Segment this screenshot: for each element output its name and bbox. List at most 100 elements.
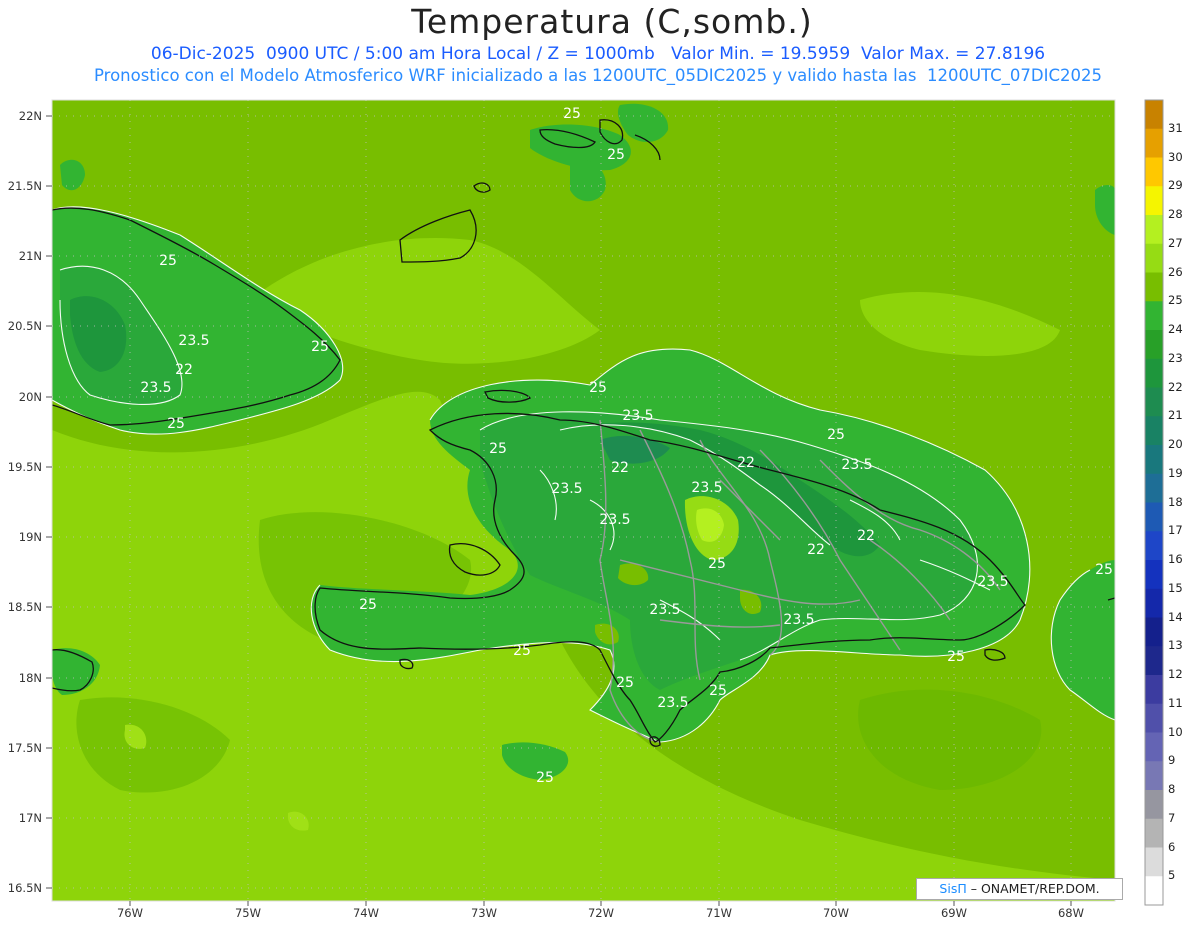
colorbar-swatch <box>1145 732 1163 762</box>
lat-label: 20N <box>18 390 42 404</box>
colorbar-label: 18 <box>1168 494 1183 509</box>
contour-label: 25 <box>167 416 185 432</box>
contour-label: 23.5 <box>657 695 688 711</box>
lat-label: 17.5N <box>7 741 42 755</box>
colorbar-label: 23 <box>1168 350 1183 365</box>
colorbar-label: 30 <box>1168 149 1183 164</box>
contour-label: 25 <box>536 770 554 786</box>
contour-label: 25 <box>359 597 377 613</box>
contour-label: 25 <box>827 427 845 443</box>
colorbar-swatch <box>1145 646 1163 676</box>
colorbar-swatch <box>1145 243 1163 273</box>
contour-label: 23.5 <box>140 380 171 396</box>
contour-label: 23.5 <box>599 512 630 528</box>
lat-label: 19N <box>18 530 42 544</box>
contour-label: 23.5 <box>622 408 653 424</box>
lon-label: 76W <box>116 906 143 920</box>
colorbar-swatch <box>1145 761 1163 791</box>
credit-text: – ONAMET/REP.DOM. <box>970 881 1100 896</box>
colorbar-swatch <box>1145 790 1163 820</box>
lon-label: 69W <box>940 906 967 920</box>
contour-label: 23.5 <box>783 612 814 628</box>
temperature-map: 25 25 25 25 25 25 25 25 25 25 25 25 25 2… <box>46 99 1164 906</box>
lon-label: 70W <box>822 906 849 920</box>
colorbar-label: 10 <box>1168 724 1183 739</box>
colorbar-swatch <box>1145 560 1163 590</box>
colorbar-label: 19 <box>1168 465 1183 480</box>
colorbar-label: 11 <box>1168 695 1183 710</box>
colorbar-swatch <box>1145 330 1163 360</box>
colorbar-label: 13 <box>1168 638 1183 653</box>
colorbar-swatch <box>1145 301 1163 331</box>
contour-label: 25 <box>589 380 607 396</box>
colorbar-swatch <box>1145 272 1163 302</box>
contour-label: 25 <box>947 649 965 665</box>
colorbar-label: 15 <box>1168 580 1183 595</box>
colorbar-swatch <box>1145 617 1163 647</box>
contour-label: 25 <box>489 441 507 457</box>
contour-label: 25 <box>159 253 177 269</box>
colorbar-label: 20 <box>1168 437 1183 451</box>
colorbar-label: 17 <box>1168 523 1183 538</box>
lat-label: 21.5N <box>7 179 42 193</box>
contour-label: 25 <box>311 339 329 355</box>
contour-label: 23.5 <box>841 457 872 473</box>
colorbar-swatch <box>1145 157 1163 187</box>
contour-label: 23.5 <box>178 333 209 349</box>
lon-label: 75W <box>234 906 261 920</box>
colorbar-swatch <box>1145 128 1163 158</box>
contour-label: 25 <box>563 106 581 122</box>
colorbar-swatch <box>1145 416 1163 446</box>
colorbar-swatch <box>1145 186 1163 216</box>
colorbar-label: 9 <box>1168 753 1176 768</box>
contour-label: 23.5 <box>551 481 582 497</box>
colorbar-label: 12 <box>1168 667 1183 681</box>
contour-label: 22 <box>611 460 629 476</box>
colorbar-label: 31 <box>1168 120 1183 135</box>
contour-label: 25 <box>513 643 531 659</box>
colorbar-label: 5 <box>1168 868 1176 883</box>
colorbar-swatch <box>1145 818 1163 848</box>
lon-label: 73W <box>470 906 497 920</box>
lon-label: 71W <box>705 906 732 920</box>
contour-label: 25 <box>616 675 634 691</box>
colorbar-label: 21 <box>1168 408 1183 423</box>
lat-label: 16.5N <box>7 881 42 895</box>
contour-label: 25 <box>1095 562 1113 578</box>
colorbar-swatch <box>1145 387 1163 417</box>
colorbar-swatch <box>1145 675 1163 705</box>
lat-label: 22N <box>18 109 42 123</box>
colorbar-swatch <box>1145 100 1163 130</box>
lon-label: 74W <box>352 906 379 920</box>
colorbar-swatch <box>1145 703 1163 733</box>
contour-label: 22 <box>737 455 755 471</box>
colorbar-swatch <box>1145 215 1163 245</box>
colorbar-label: 25 <box>1168 293 1183 308</box>
colorbar-swatch <box>1145 473 1163 503</box>
lat-label: 20.5N <box>7 319 42 333</box>
colorbar-label: 8 <box>1168 782 1176 796</box>
lat-label: 18N <box>18 671 42 685</box>
contour-label: 25 <box>709 683 727 699</box>
lon-label: 68W <box>1057 906 1084 920</box>
contour-label: 22 <box>807 542 825 558</box>
colorbar-swatch <box>1145 358 1163 388</box>
lat-label: 21N <box>18 249 42 263</box>
colorbar-label: 26 <box>1168 264 1183 279</box>
colorbar-label: 29 <box>1168 178 1183 193</box>
colorbar-swatch <box>1145 588 1163 618</box>
colorbar-swatch <box>1145 502 1163 532</box>
colorbar-swatch <box>1145 847 1163 877</box>
colorbar-swatch <box>1145 445 1163 475</box>
lat-label: 17N <box>18 811 42 825</box>
contour-label: 22 <box>857 528 875 544</box>
credit-box: SisΠ – ONAMET/REP.DOM. <box>916 878 1123 900</box>
colorbar-label: 22 <box>1168 379 1183 394</box>
contour-label: 22 <box>175 362 193 378</box>
lon-label: 72W <box>587 906 614 920</box>
contour-label: 25 <box>708 556 726 572</box>
brand-logo: SisΠ <box>939 881 967 896</box>
colorbar-swatch <box>1145 531 1163 561</box>
lat-label: 19.5N <box>7 460 42 474</box>
colorbar-label: 24 <box>1168 322 1183 336</box>
